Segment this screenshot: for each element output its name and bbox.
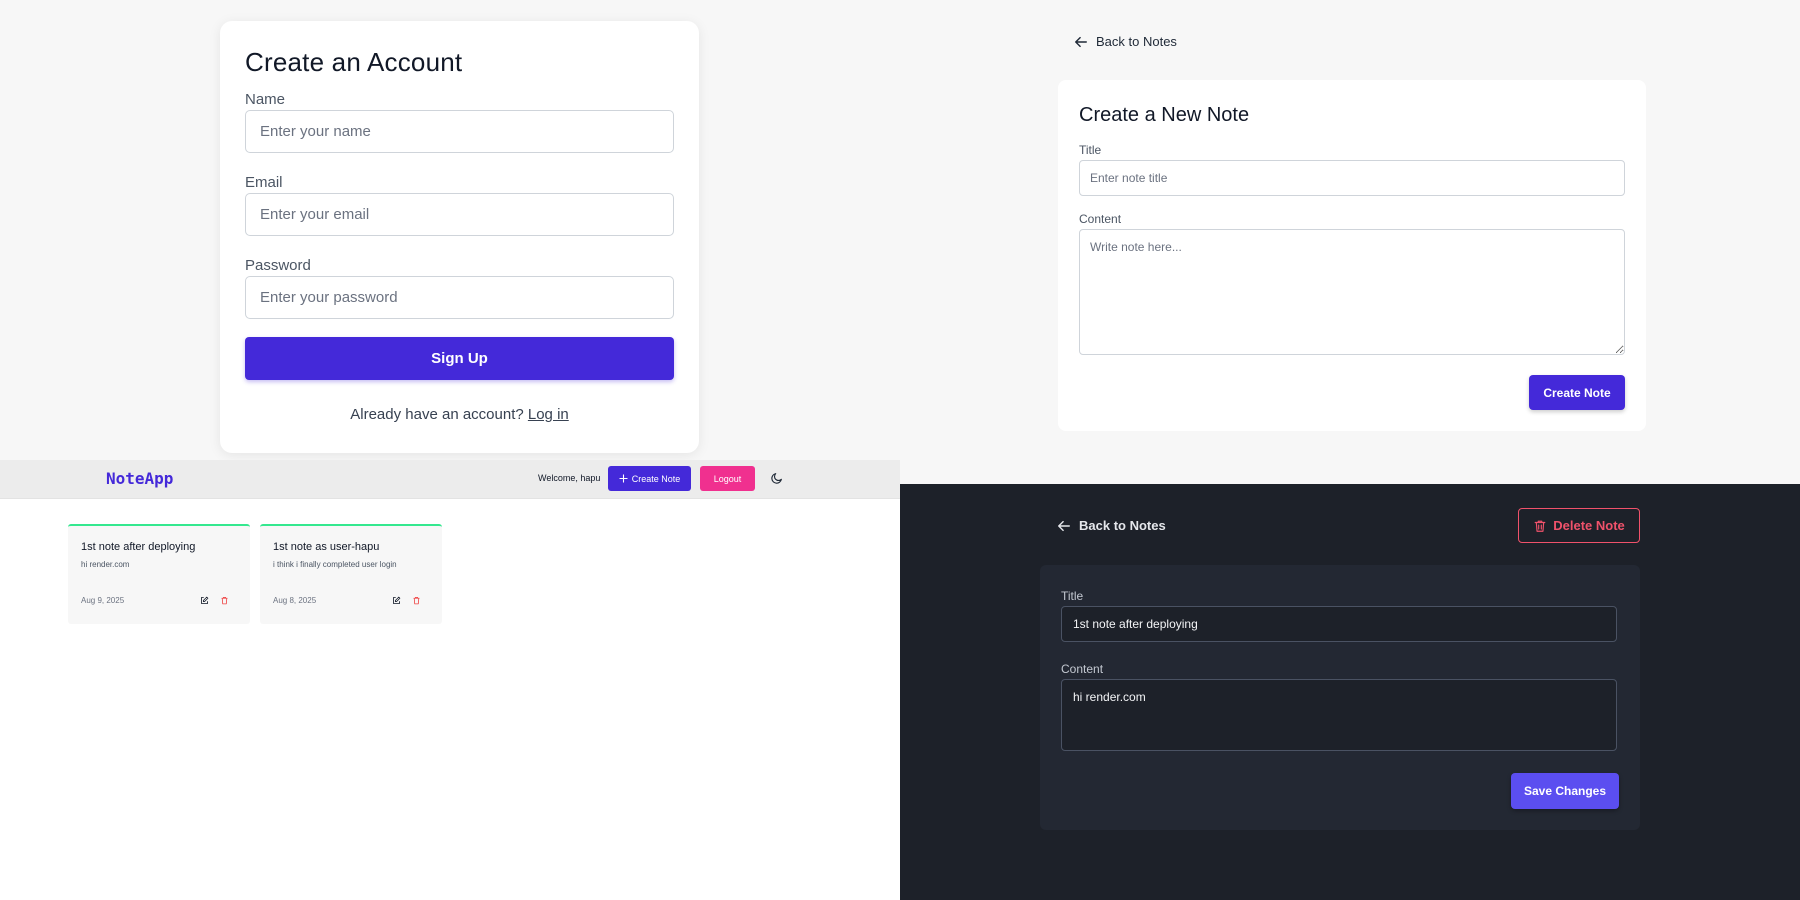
note-title: 1st note after deploying [81, 541, 196, 553]
nav-create-note-label: Create Note [631, 473, 681, 484]
signup-footer: Already have an account? Log in [245, 406, 674, 423]
delete-note-label: Delete Note [1553, 518, 1625, 533]
create-note-panel: Back to Notes Create a New Note Title Co… [900, 0, 1800, 484]
note-date: Aug 9, 2025 [81, 596, 125, 605]
back-to-notes-label: Back to Notes [1079, 518, 1166, 533]
logout-button[interactable]: Logout [700, 466, 755, 491]
password-input[interactable] [245, 276, 674, 319]
back-to-notes-label: Back to Notes [1096, 34, 1177, 49]
create-note-button[interactable]: Create Note [1529, 375, 1625, 410]
note-card[interactable]: 1st note after deploying hi render.com A… [68, 524, 250, 624]
note-title-label: Title [1079, 143, 1102, 157]
edit-icon[interactable] [200, 596, 209, 605]
welcome-text: Welcome, hapu [538, 473, 601, 483]
signup-card: Create an Account Name Email Password Si… [220, 21, 699, 453]
password-label: Password [245, 257, 311, 274]
login-link[interactable]: Log in [528, 406, 569, 423]
plus-icon [619, 474, 628, 483]
arrow-left-icon [1075, 36, 1087, 47]
create-note-card: Create a New Note Title Content Create N… [1058, 80, 1646, 431]
edit-note-panel: Back to Notes Delete Note Title 1st note… [900, 484, 1800, 900]
note-content-label: Content [1079, 212, 1122, 226]
trash-icon[interactable] [220, 596, 229, 605]
back-to-notes-link[interactable]: Back to Notes [1074, 34, 1177, 49]
email-label: Email [245, 174, 283, 191]
note-card[interactable]: 1st note as user-hapu i think i finally … [260, 524, 442, 624]
note-content-textarea[interactable] [1079, 229, 1625, 355]
brand-logo[interactable]: NoteApp [106, 469, 173, 488]
sign-up-button[interactable]: Sign Up [245, 337, 674, 380]
edit-title-input[interactable]: 1st note after deploying [1061, 606, 1617, 642]
notes-list-panel: NoteApp Welcome, hapu Create Note Logout… [0, 460, 900, 900]
note-actions [392, 596, 421, 605]
note-actions [200, 596, 229, 605]
name-label: Name [245, 91, 286, 108]
edit-title-label: Title [1061, 589, 1084, 603]
delete-note-button[interactable]: Delete Note [1518, 508, 1640, 543]
trash-icon [1534, 520, 1546, 532]
note-date: Aug 8, 2025 [273, 596, 317, 605]
edit-icon[interactable] [392, 596, 401, 605]
edit-content-textarea[interactable]: hi render.com [1061, 679, 1617, 751]
email-input[interactable] [245, 193, 674, 236]
save-changes-button[interactable]: Save Changes [1511, 773, 1619, 809]
signup-title: Create an Account [245, 47, 463, 77]
navbar: NoteApp Welcome, hapu Create Note Logout [0, 460, 900, 499]
signup-footer-text: Already have an account? [350, 406, 524, 423]
create-note-title: Create a New Note [1079, 104, 1250, 126]
moon-icon[interactable] [770, 471, 784, 485]
nav-create-note-button[interactable]: Create Note [608, 466, 691, 491]
back-to-notes-link[interactable]: Back to Notes [1057, 518, 1166, 533]
note-title: 1st note as user-hapu [273, 541, 380, 553]
name-input[interactable] [245, 110, 674, 153]
edit-note-card: Title 1st note after deploying Content h… [1040, 565, 1640, 830]
note-content: hi render.com [81, 560, 130, 569]
edit-content-label: Content [1061, 662, 1104, 676]
trash-icon[interactable] [412, 596, 421, 605]
note-title-input[interactable] [1079, 160, 1625, 196]
signup-panel: Create an Account Name Email Password Si… [0, 0, 900, 460]
note-content: i think i finally completed user login [273, 560, 397, 569]
arrow-left-icon [1058, 520, 1070, 531]
